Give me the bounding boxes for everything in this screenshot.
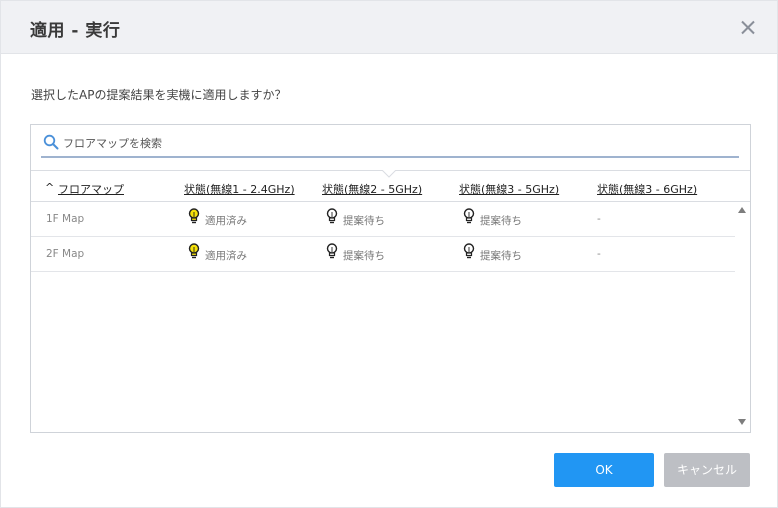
lightbulb-off-icon [326, 243, 338, 259]
header-notch [382, 170, 396, 178]
column-header-radio3-6ghz[interactable]: 状態(無線3 - 6GHz) [597, 181, 697, 197]
status-text: 提案待ち [343, 215, 385, 227]
floor-map-name: 1F Map [46, 213, 85, 225]
status-text: 適用済み [205, 215, 247, 227]
floor-map-name: 2F Map [46, 248, 85, 260]
column-header-floor-map[interactable]: フロアマップ [58, 181, 124, 197]
floor-map-panel: ^ フロアマップ 状態(無線1 - 2.4GHz) 状態(無線2 - 5GHz)… [30, 124, 751, 433]
status-text: 提案待ち [343, 250, 385, 262]
status-text: 適用済み [205, 250, 247, 262]
confirm-question: 選択したAPの提案結果を実機に適用しますか？ [31, 88, 287, 102]
lightbulb-off-icon [463, 243, 475, 259]
table-header: ^ フロアマップ 状態(無線1 - 2.4GHz) 状態(無線2 - 5GHz)… [31, 170, 750, 202]
dialog-title: 適用 - 実行 [30, 21, 121, 41]
status-radio3-6ghz: - [597, 213, 601, 225]
table-row[interactable]: 1F Map 適用済み 提案待ち 提案待ち - [31, 202, 735, 237]
close-icon[interactable] [738, 18, 758, 38]
lightbulb-off-icon [463, 208, 475, 224]
ok-button[interactable]: OK [554, 453, 654, 487]
sort-ascending-icon[interactable]: ^ [45, 181, 54, 194]
lightbulb-on-icon [188, 208, 200, 224]
status-radio3-6ghz: - [597, 248, 601, 260]
status-text: 提案待ち [480, 215, 522, 227]
lightbulb-on-icon [188, 243, 200, 259]
apply-dialog: 適用 - 実行 選択したAPの提案結果を実機に適用しますか？ ^ フロアマップ … [0, 0, 778, 508]
table-row[interactable]: 2F Map 適用済み 提案待ち 提案待ち - [31, 237, 735, 272]
column-header-radio1-24ghz[interactable]: 状態(無線1 - 2.4GHz) [184, 181, 295, 197]
dialog-header: 適用 - 実行 [1, 1, 777, 54]
cancel-button[interactable]: キャンセル [664, 453, 750, 487]
status-text: 提案待ち [480, 250, 522, 262]
column-header-radio3-5ghz[interactable]: 状態(無線3 - 5GHz) [459, 181, 559, 197]
lightbulb-off-icon [326, 208, 338, 224]
scroll-down-arrow-icon[interactable] [736, 417, 748, 427]
column-header-radio2-5ghz[interactable]: 状態(無線2 - 5GHz) [322, 181, 422, 197]
scroll-up-arrow-icon[interactable] [736, 205, 748, 215]
search-input[interactable] [63, 133, 733, 153]
search-bar [41, 132, 739, 158]
search-icon [43, 134, 59, 150]
